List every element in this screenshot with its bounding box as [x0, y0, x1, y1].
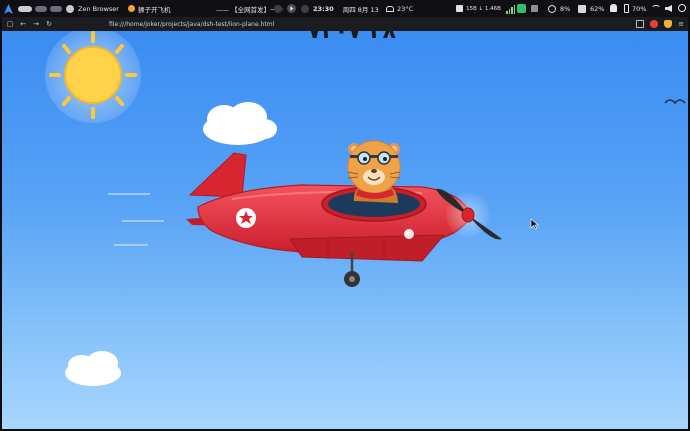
- memory-usage[interactable]: 62%: [578, 0, 604, 17]
- bird: [664, 99, 686, 105]
- zen-browser-icon: [66, 4, 74, 13]
- clock-date: 周四 8月 13: [342, 5, 379, 14]
- memory-icon: [578, 4, 586, 13]
- weather-widget[interactable]: 23°C: [386, 0, 413, 17]
- weather-temp: 23°C: [397, 4, 414, 13]
- workspace-1[interactable]: [18, 5, 32, 12]
- sidebar-toggle-icon[interactable]: ▢: [5, 19, 15, 29]
- plane-tail-fin: [188, 152, 247, 198]
- forward-button[interactable]: →: [31, 19, 41, 29]
- menu-button[interactable]: ≡: [678, 20, 684, 28]
- cloud-bottom: [65, 351, 121, 386]
- workspace-3[interactable]: [50, 5, 62, 12]
- taskbar-window-title[interactable]: 狮子开飞机: [128, 0, 171, 17]
- propeller-hub: [461, 207, 475, 223]
- reload-button[interactable]: ↻: [44, 19, 54, 29]
- network-icon: [456, 5, 463, 12]
- wechat-tray-icon[interactable]: [517, 4, 526, 13]
- lion-plane-scene: [45, 31, 686, 386]
- desktop-screen: Zen Browser 狮子开飞机 —— 【全网首发】一个 23:30 周四 8…: [0, 0, 690, 431]
- tray-icons: [531, 0, 538, 17]
- power-icon[interactable]: [678, 4, 686, 12]
- media-controls: [274, 0, 309, 17]
- plane: [186, 140, 502, 287]
- lion-favicon-icon: [128, 5, 135, 12]
- volume-icon[interactable]: [665, 5, 672, 12]
- arch-logo-icon[interactable]: [4, 0, 14, 17]
- workspace-switcher[interactable]: [18, 0, 62, 17]
- network-speed[interactable]: 15B ↓ 1.46B: [456, 0, 501, 17]
- reader-view-icon[interactable]: [636, 20, 645, 28]
- mouse-cursor-icon: [530, 218, 539, 230]
- memory-text: 62%: [590, 4, 605, 13]
- clock[interactable]: 23:30 周四 8月 13: [313, 0, 379, 17]
- battery-text: 70%: [632, 4, 647, 13]
- net-speed-text: 15B ↓ 1.46B: [466, 5, 501, 12]
- tray-app-icon[interactable]: [531, 5, 538, 12]
- browser-toolbar: ▢ ← → ↻ file:///home/joker/projects/java…: [2, 17, 688, 31]
- battery-icon: [624, 4, 629, 13]
- play-icon[interactable]: [287, 4, 296, 13]
- window-title-text: 狮子开飞机: [138, 5, 171, 14]
- sun: [45, 31, 141, 123]
- extension-red-icon[interactable]: [650, 20, 659, 28]
- cpu-icon: [548, 4, 556, 13]
- battery-indicator[interactable]: 70%: [624, 0, 646, 17]
- speed-lines: [108, 193, 164, 246]
- cpu-usage[interactable]: 8%: [548, 0, 570, 17]
- prev-track-icon[interactable]: [274, 4, 282, 13]
- notification-bell-icon[interactable]: [610, 4, 617, 12]
- lion-pilot: [347, 140, 401, 203]
- cpu-text: 8%: [560, 4, 571, 13]
- sun-disc: [64, 46, 122, 104]
- toolbar-extensions: ≡: [636, 19, 684, 29]
- taskbar-app-name: Zen Browser: [78, 4, 119, 13]
- system-panel: Zen Browser 狮子开飞机 —— 【全网首发】一个 23:30 周四 8…: [0, 0, 690, 17]
- extension-yellow-icon[interactable]: [664, 20, 673, 28]
- plane-wing: [289, 234, 446, 262]
- next-track-icon[interactable]: [301, 4, 309, 13]
- taskbar-zen-browser[interactable]: Zen Browser: [66, 0, 119, 17]
- back-button[interactable]: ←: [18, 19, 28, 29]
- wifi-icon[interactable]: [651, 5, 661, 12]
- workspace-2[interactable]: [35, 5, 47, 12]
- url-bar[interactable]: file:///home/joker/projects/java/dsh-tes…: [109, 21, 274, 28]
- signal-bars-icon: [506, 2, 515, 14]
- cloud-icon: [386, 5, 394, 12]
- cloud-top: [203, 102, 277, 145]
- page-viewport: ۷۲۰۷ ۳۸: [2, 31, 688, 429]
- clock-time: 23:30: [313, 4, 334, 13]
- lion-head: [347, 140, 401, 194]
